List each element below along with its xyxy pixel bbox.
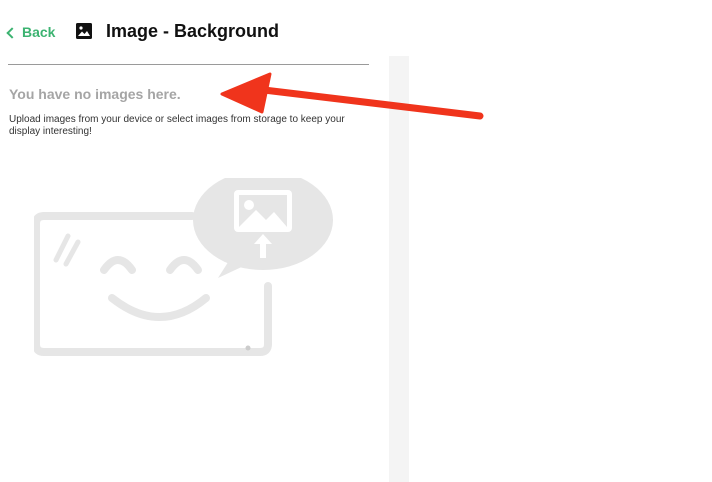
page-title: Image - Background: [106, 21, 280, 41]
empty-state-title: You have no images here.: [9, 86, 181, 102]
scrollbar-track[interactable]: [389, 56, 409, 482]
back-button[interactable]: Back: [6, 24, 56, 40]
header-divider: [8, 64, 369, 65]
empty-state-illustration: [34, 178, 333, 356]
image-icon: [76, 23, 92, 39]
image-background-page: Back Image - Background You have no imag…: [0, 0, 712, 482]
chevron-left-icon: [6, 26, 18, 39]
page-header: Back Image - Background: [0, 0, 370, 64]
empty-state-description: Upload images from your device or select…: [9, 114, 345, 137]
back-label: Back: [22, 24, 56, 40]
